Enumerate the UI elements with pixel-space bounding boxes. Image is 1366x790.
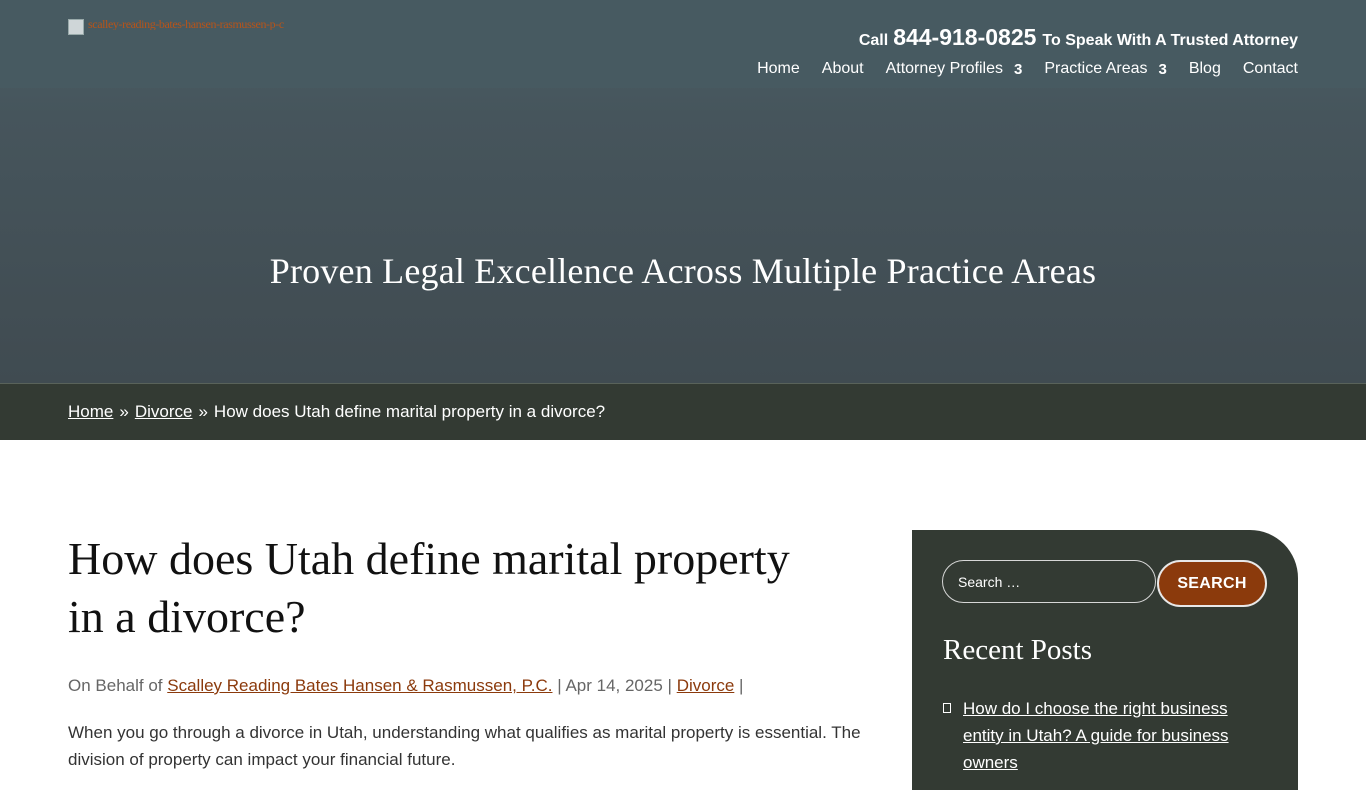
nav-practice-areas-label: Practice Areas bbox=[1044, 60, 1148, 77]
category-link[interactable]: Divorce bbox=[677, 676, 735, 695]
article-title: How does Utah define marital property in… bbox=[68, 533, 790, 642]
breadcrumb-category[interactable]: Divorce bbox=[135, 402, 193, 422]
logo-alt-text: scalley-reading-bates-hansen-rasmussen-p… bbox=[88, 18, 284, 30]
nav-attorney-profiles[interactable]: Attorney Profiles 3 bbox=[886, 60, 1023, 78]
article: How does Utah define marital property in… bbox=[68, 530, 888, 773]
nav-home-label: Home bbox=[757, 60, 800, 77]
call-bar: Call 844-918-0825 To Speak With A Truste… bbox=[859, 24, 1298, 51]
nav-attorney-profiles-label: Attorney Profiles bbox=[885, 60, 1003, 77]
recent-posts-heading: Recent Posts bbox=[943, 634, 1093, 666]
search-button[interactable]: SEARCH bbox=[1157, 560, 1267, 607]
meta-divider: | bbox=[667, 676, 672, 695]
breadcrumb: Home » Divorce » How does Utah define ma… bbox=[0, 383, 1366, 440]
nav-contact-label: Contact bbox=[1242, 60, 1298, 77]
call-suffix: To Speak With A Trusted Attorney bbox=[1042, 32, 1298, 49]
breadcrumb-separator: » bbox=[119, 402, 129, 421]
sidebar: SEARCH Recent Posts How do I choose the … bbox=[912, 530, 1298, 790]
breadcrumb-separator: » bbox=[198, 402, 208, 421]
chevron-down-icon: 3 bbox=[1013, 60, 1023, 78]
list-item: How do I choose the right business entit… bbox=[943, 695, 1263, 776]
search-input[interactable] bbox=[942, 560, 1156, 603]
nav-about-label: About bbox=[821, 60, 864, 77]
breadcrumb-home[interactable]: Home bbox=[68, 402, 113, 422]
call-prefix: Call bbox=[858, 32, 889, 49]
meta-divider: | bbox=[557, 676, 562, 695]
recent-posts-list: How do I choose the right business entit… bbox=[943, 695, 1263, 776]
nav-contact[interactable]: Contact bbox=[1243, 60, 1298, 78]
breadcrumb-current: How does Utah define marital property in… bbox=[213, 402, 606, 421]
square-bullet-icon bbox=[943, 703, 951, 713]
article-intro: When you go through a divorce in Utah, u… bbox=[68, 723, 861, 769]
hero-banner: scalley-reading-bates-hansen-rasmussen-p… bbox=[0, 0, 1366, 383]
nav-home[interactable]: Home bbox=[757, 60, 800, 78]
site-header: scalley-reading-bates-hansen-rasmussen-p… bbox=[0, 0, 1366, 88]
post-date: Apr 14, 2025 bbox=[565, 676, 663, 695]
nav-blog-label: Blog bbox=[1188, 60, 1221, 77]
meta-prefix: On Behalf of bbox=[68, 676, 163, 695]
nav-about[interactable]: About bbox=[822, 60, 864, 78]
main-nav: Home About Attorney Profiles 3 Practice A… bbox=[735, 60, 1298, 78]
recent-post-link[interactable]: How do I choose the right business entit… bbox=[963, 695, 1253, 776]
meta-divider: | bbox=[739, 676, 744, 695]
broken-image-icon bbox=[68, 19, 84, 35]
nav-practice-areas[interactable]: Practice Areas 3 bbox=[1044, 60, 1167, 78]
phone-number[interactable]: 844-918-0825 bbox=[893, 24, 1036, 51]
nav-blog[interactable]: Blog bbox=[1189, 60, 1221, 78]
hero-title: Proven Legal Excellence Across Multiple … bbox=[269, 251, 1097, 291]
site-logo[interactable]: scalley-reading-bates-hansen-rasmussen-p… bbox=[68, 18, 363, 36]
author-link[interactable]: Scalley Reading Bates Hansen & Rasmussen… bbox=[167, 676, 552, 695]
chevron-down-icon: 3 bbox=[1158, 60, 1167, 78]
post-meta: On Behalf of Scalley Reading Bates Hanse… bbox=[68, 676, 888, 696]
